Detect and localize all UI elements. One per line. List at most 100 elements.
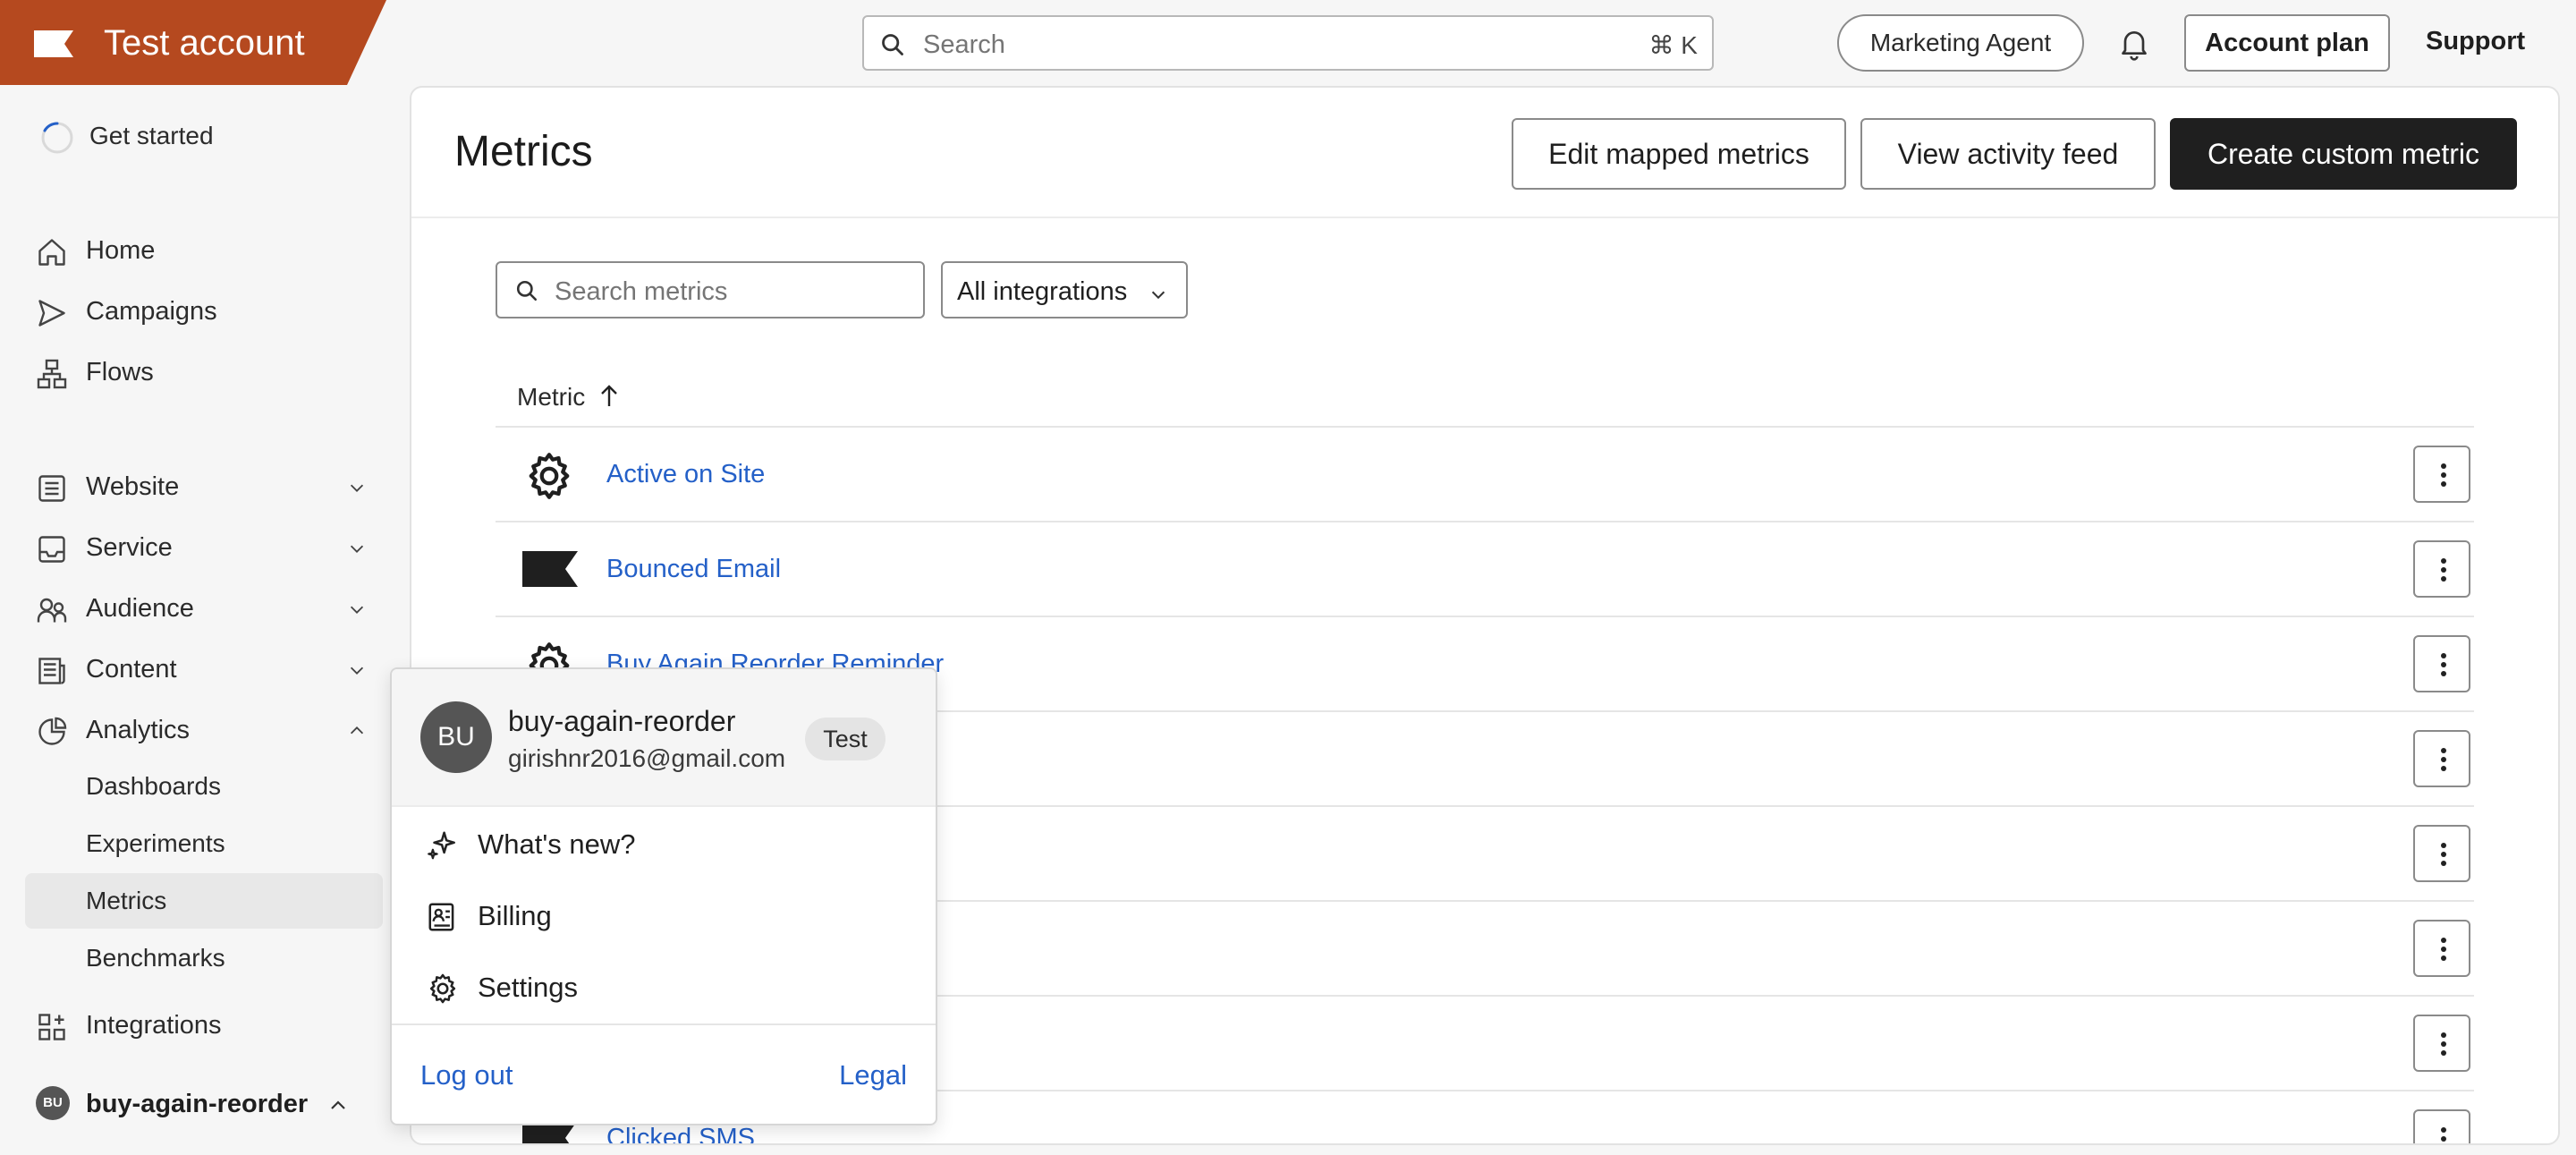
sidebar-item-label: Experiments — [86, 829, 225, 857]
row-actions-button[interactable] — [2413, 635, 2470, 692]
integrations-filter-select[interactable]: All integrations — [941, 261, 1188, 318]
metric-column-header[interactable]: Metric — [517, 383, 585, 412]
gear-icon — [429, 973, 456, 1004]
get-started-link[interactable]: Get started — [89, 122, 214, 150]
metrics-search-input[interactable]: Search metrics — [496, 261, 925, 318]
billing-icon — [428, 903, 454, 931]
avatar[interactable]: BU — [36, 1086, 70, 1120]
table-row[interactable]: Bounced Email — [496, 522, 2474, 617]
row-actions-button[interactable] — [2413, 540, 2470, 598]
menu-item-label: What's new? — [478, 828, 636, 860]
more-vertical-icon — [2441, 1032, 2446, 1056]
bell-icon[interactable] — [2116, 25, 2152, 61]
gear-icon — [529, 453, 570, 499]
legal-link[interactable]: Legal — [839, 1059, 907, 1091]
edit-mapped-metrics-button[interactable]: Edit mapped metrics — [1512, 118, 1846, 190]
chevron-down-icon — [350, 606, 364, 614]
row-actions-button[interactable] — [2413, 730, 2470, 787]
sort-ascending-icon[interactable] — [599, 385, 619, 408]
sidebar-item-label: Audience — [86, 594, 194, 623]
sidebar-item-label: Integrations — [86, 1011, 222, 1040]
sidebar-item-label: Benchmarks — [86, 944, 225, 972]
avatar: BU — [420, 701, 492, 773]
sidebar-item-label: Metrics — [86, 887, 167, 914]
sidebar-item-label: Flows — [86, 358, 154, 386]
row-actions-button[interactable] — [2413, 446, 2470, 503]
apps-icon — [38, 1014, 65, 1040]
more-vertical-icon — [2441, 463, 2446, 487]
view-activity-feed-button[interactable]: View activity feed — [1860, 118, 2156, 190]
account-switcher-label[interactable]: buy-again-reorder — [86, 1090, 308, 1119]
support-link[interactable]: Support — [2426, 27, 2525, 56]
account-email: girishnr2016@gmail.com — [508, 744, 786, 772]
global-search-input[interactable]: Search ⌘ K — [862, 15, 1714, 71]
sidebar-item-flows[interactable]: Flows — [25, 345, 383, 399]
sidebar-item-metrics[interactable]: Metrics — [25, 873, 383, 929]
row-actions-button[interactable] — [2413, 825, 2470, 882]
sidebar-item-audience[interactable]: Audience — [25, 582, 383, 635]
chevron-up-icon — [350, 726, 364, 735]
sidebar-item-website[interactable]: Website — [25, 460, 383, 514]
marketing-agent-button[interactable]: Marketing Agent — [1837, 14, 2084, 72]
sidebar-item-integrations[interactable]: Integrations — [25, 998, 383, 1052]
sidebar-item-experiments[interactable]: Experiments — [25, 816, 383, 871]
account-plan-button[interactable]: Account plan — [2184, 14, 2390, 72]
metric-link[interactable]: Clicked SMS — [606, 1124, 755, 1143]
newspaper-icon — [38, 658, 65, 684]
sidebar-item-dashboards[interactable]: Dashboards — [25, 759, 383, 814]
sidebar-item-benchmarks[interactable]: Benchmarks — [25, 930, 383, 986]
sidebar-item-label: Dashboards — [86, 772, 221, 800]
sidebar-item-label: Content — [86, 655, 177, 684]
sidebar-item-label: Service — [86, 533, 173, 562]
filter-value: All integrations — [957, 277, 1128, 306]
row-actions-button[interactable] — [2413, 1109, 2470, 1143]
search-placeholder: Search — [923, 30, 1005, 59]
chevron-down-icon — [350, 545, 364, 553]
more-vertical-icon — [2441, 748, 2446, 771]
status-badge: Test — [805, 718, 886, 760]
menu-item-label: Billing — [478, 900, 552, 931]
search-placeholder: Search metrics — [555, 277, 728, 306]
flow-icon — [37, 359, 67, 389]
sparkle-icon — [428, 831, 455, 860]
create-custom-metric-button[interactable]: Create custom metric — [2170, 118, 2517, 190]
account-title: Test account — [104, 23, 305, 63]
flag-icon — [522, 551, 578, 587]
sidebar-item-home[interactable]: Home — [25, 224, 383, 277]
sidebar-item-analytics[interactable]: Analytics — [25, 703, 383, 757]
metric-link[interactable]: Active on Site — [606, 460, 765, 489]
more-vertical-icon — [2441, 843, 2446, 866]
search-icon — [882, 34, 903, 55]
row-actions-button[interactable] — [2413, 1015, 2470, 1072]
menu-item-whats-new[interactable]: What's new? — [392, 809, 936, 880]
row-actions-button[interactable] — [2413, 920, 2470, 977]
metric-link[interactable]: Bounced Email — [606, 555, 781, 584]
sidebar-item-label: Website — [86, 472, 180, 501]
menu-divider — [392, 1023, 936, 1025]
account-banner[interactable]: Test account — [0, 0, 386, 85]
account-name: buy-again-reorder — [508, 705, 736, 737]
sidebar-item-label: Campaigns — [86, 297, 217, 326]
table-row[interactable]: Active on Site — [496, 428, 2474, 522]
home-icon — [38, 239, 65, 266]
more-vertical-icon — [2441, 938, 2446, 961]
more-vertical-icon — [2441, 653, 2446, 676]
flag-logo-icon — [34, 30, 73, 57]
sidebar-item-label: Home — [86, 236, 156, 265]
sidebar-item-content[interactable]: Content — [25, 642, 383, 696]
log-out-link[interactable]: Log out — [420, 1059, 513, 1091]
sidebar-item-campaigns[interactable]: Campaigns — [25, 285, 383, 338]
pie-chart-icon — [38, 717, 67, 745]
more-vertical-icon — [2441, 1127, 2446, 1142]
menu-item-settings[interactable]: Settings — [392, 952, 936, 1023]
more-vertical-icon — [2441, 558, 2446, 582]
menu-item-billing[interactable]: Billing — [392, 880, 936, 952]
menu-item-label: Settings — [478, 972, 579, 1003]
search-shortcut: ⌘ K — [1648, 31, 1698, 59]
chevron-down-icon — [1151, 291, 1165, 300]
chevron-down-icon — [350, 484, 364, 492]
search-icon — [516, 280, 538, 301]
progress-spinner-icon — [41, 122, 73, 154]
chevron-up-icon[interactable] — [327, 1095, 349, 1117]
sidebar-item-service[interactable]: Service — [25, 521, 383, 574]
